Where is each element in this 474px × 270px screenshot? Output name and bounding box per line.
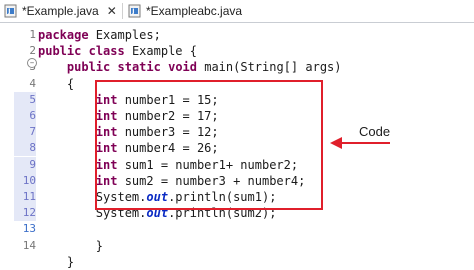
code-text: }	[38, 254, 75, 269]
tab-label: *Example.java	[22, 4, 99, 18]
line-number-ruler: 1234567891011121314	[14, 23, 36, 252]
svg-text:J: J	[7, 8, 10, 15]
line-number: 10	[14, 172, 36, 189]
line-number: 6	[14, 108, 36, 124]
annotation-gutter	[0, 23, 15, 249]
tab-label: *Exampleabc.java	[146, 4, 243, 18]
code-text: Examples;	[88, 28, 161, 42]
java-file-icon: J	[128, 4, 142, 18]
code-keyword: public	[66, 60, 111, 75]
code-line: }	[38, 254, 74, 270]
code-text: {	[38, 76, 75, 91]
code-keyword: void	[168, 60, 197, 75]
code-highlight-box	[95, 80, 323, 210]
code-line: }	[38, 238, 103, 254]
fold-collapse-icon[interactable]: −	[27, 58, 37, 68]
code-keyword: static	[117, 60, 161, 75]
line-number: 5	[14, 91, 36, 108]
code-text: main(String[] args)	[197, 60, 342, 75]
close-icon[interactable]: ✕	[107, 4, 117, 18]
annotation-label: Code	[359, 124, 391, 139]
line-number: 13	[22, 222, 36, 236]
code-line: public class Example {	[38, 43, 197, 59]
code-text: }	[38, 238, 104, 253]
tab-example-java[interactable]: J *Example.java ✕	[4, 0, 117, 22]
tab-exampleabc-java[interactable]: J *Exampleabc.java	[128, 0, 242, 22]
line-number: 7	[14, 124, 36, 141]
line-number: 2	[29, 44, 36, 58]
code-keyword: class	[88, 44, 125, 59]
svg-text:J: J	[131, 8, 134, 15]
line-number: 4	[29, 76, 36, 90]
code-text: Example {	[124, 44, 197, 59]
line-number: 12	[14, 205, 36, 222]
line-number: 1	[29, 28, 36, 41]
line-number: 8	[14, 140, 36, 157]
line-number: 9	[14, 156, 36, 173]
code-line: {	[38, 76, 74, 92]
line-number: 14	[22, 238, 36, 252]
code-keyword: package	[38, 28, 89, 42]
java-file-icon: J	[4, 4, 18, 18]
code-line: public static void main(String[] args)	[38, 59, 342, 75]
line-number: 11	[14, 189, 36, 205]
editor-tab-bar: J *Example.java ✕ J *Exampleabc.java	[0, 0, 474, 23]
tab-divider	[122, 3, 123, 19]
code-line: package Examples;	[38, 27, 161, 43]
code-keyword: public	[38, 44, 82, 59]
